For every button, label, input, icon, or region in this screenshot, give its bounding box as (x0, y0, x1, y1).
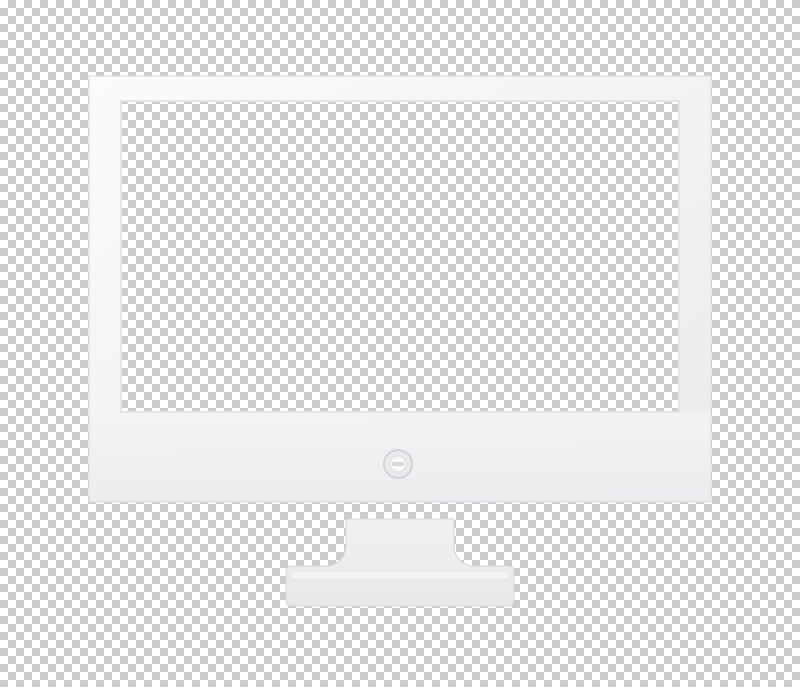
computer-monitor-icon (88, 75, 712, 607)
screen-edge (120, 100, 680, 413)
monitor-stand (285, 518, 515, 607)
transparent-background (0, 0, 800, 687)
stand-base-highlight (292, 572, 508, 578)
power-button-icon (383, 449, 413, 479)
